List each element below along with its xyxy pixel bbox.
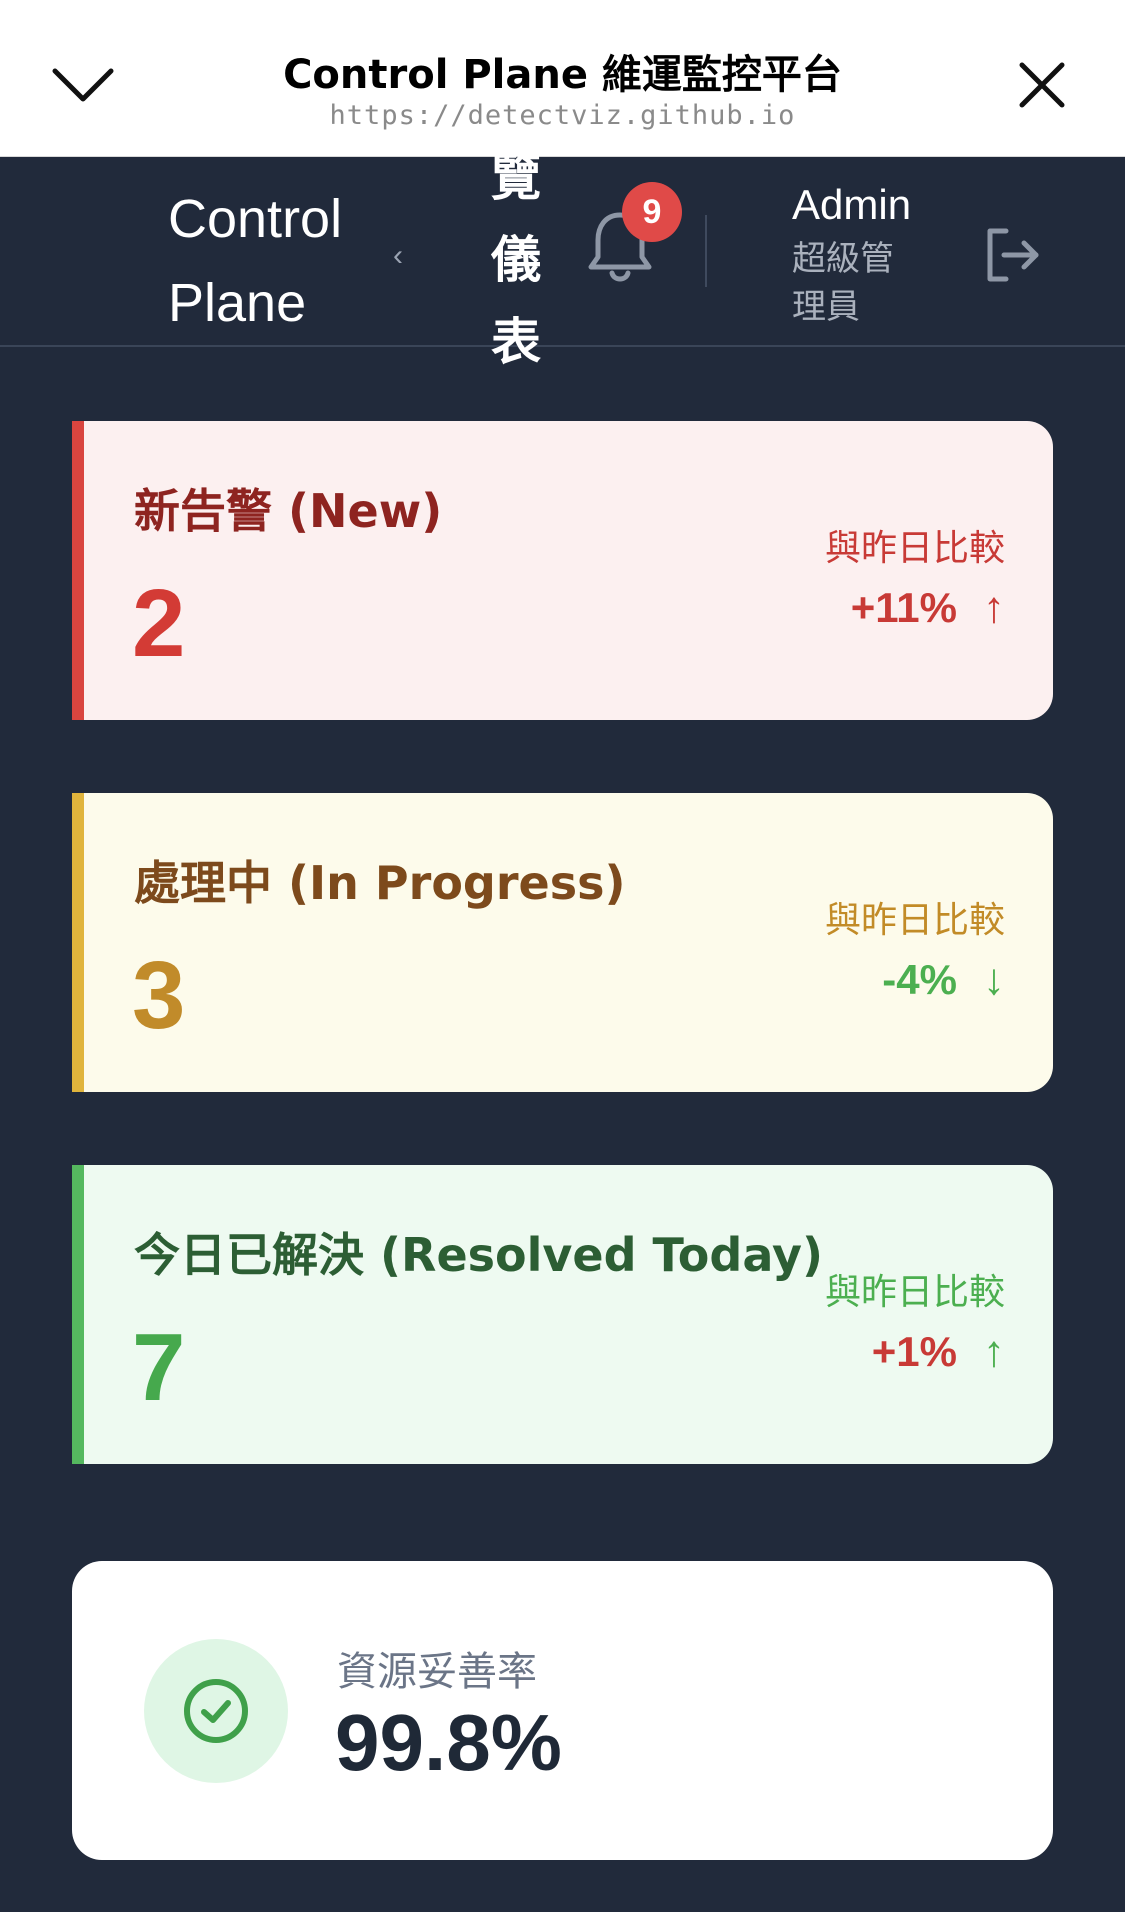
compare-label: 與昨日比較 bbox=[824, 900, 1005, 941]
card-accent-bar bbox=[72, 421, 84, 720]
card-accent-bar bbox=[72, 793, 84, 1092]
card-value: 7 bbox=[132, 1314, 186, 1421]
resource-value: 99.8% bbox=[335, 1698, 562, 1787]
user-role: 超級管理員 bbox=[792, 240, 894, 326]
header-divider bbox=[705, 215, 707, 287]
close-icon[interactable] bbox=[1007, 50, 1077, 120]
browser-title: Control Plane 維運監控平台 bbox=[283, 52, 842, 98]
arrow-up-icon: ↑ bbox=[983, 1327, 1005, 1376]
stat-card-new[interactable]: 新告警 (New) 2 與昨日比較 +11% ↑ bbox=[72, 421, 1053, 720]
stat-card-resolved-today[interactable]: 今日已解決 (Resolved Today) 7 與昨日比較 +1% ↑ bbox=[72, 1165, 1053, 1464]
user-name[interactable]: Admin bbox=[792, 181, 911, 229]
arrow-up-icon: ↑ bbox=[983, 583, 1005, 632]
card-label: 今日已解決 (Resolved Today) bbox=[134, 1228, 823, 1282]
page-title: 覽儀表板 bbox=[491, 149, 541, 397]
resource-label: 資源妥善率 bbox=[337, 1649, 537, 1695]
app-header: Control Plane ‹ 覽儀表板 9 Admin 超級管理員 bbox=[0, 149, 1125, 397]
delta-value: +1% bbox=[871, 1328, 957, 1375]
resource-availability-card[interactable]: 資源妥善率 99.8% bbox=[72, 1561, 1053, 1860]
logout-icon[interactable] bbox=[982, 225, 1042, 285]
card-label: 新告警 (New) bbox=[134, 484, 443, 538]
delta: +11% ↑ bbox=[851, 583, 1005, 633]
browser-url: https://detectviz.github.io bbox=[329, 100, 796, 131]
delta-value: +11% bbox=[850, 584, 957, 631]
browser-toolbar: Control Plane 維運監控平台 https://detectviz.g… bbox=[0, 0, 1125, 157]
compare-label: 與昨日比較 bbox=[824, 528, 1005, 569]
delta: -4% ↓ bbox=[882, 955, 1005, 1005]
compare-label: 與昨日比較 bbox=[824, 1272, 1005, 1313]
brand-name[interactable]: Control Plane bbox=[168, 177, 368, 345]
card-value: 3 bbox=[132, 942, 186, 1049]
card-accent-bar bbox=[72, 1165, 84, 1464]
delta-value: -4% bbox=[882, 956, 957, 1003]
check-circle-icon bbox=[144, 1639, 288, 1783]
card-label: 處理中 (In Progress) bbox=[134, 856, 626, 910]
sidebar-collapse-button[interactable]: ‹ bbox=[393, 239, 403, 273]
card-value: 2 bbox=[132, 570, 186, 677]
stat-card-in-progress[interactable]: 處理中 (In Progress) 3 與昨日比較 -4% ↓ bbox=[72, 793, 1053, 1092]
arrow-down-icon: ↓ bbox=[983, 955, 1005, 1004]
delta: +1% ↑ bbox=[872, 1327, 1005, 1377]
notification-badge: 9 bbox=[622, 182, 682, 242]
